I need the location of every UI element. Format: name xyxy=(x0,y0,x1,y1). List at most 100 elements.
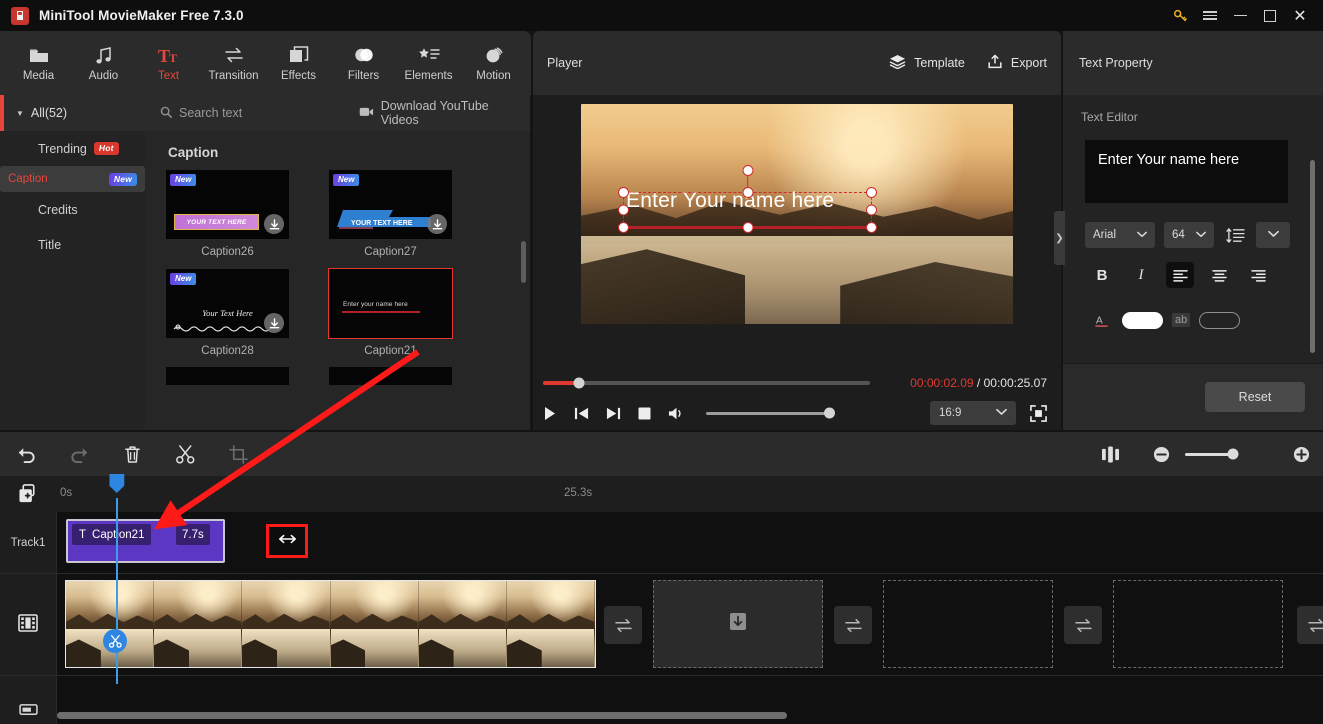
resize-handle-s[interactable] xyxy=(742,222,753,233)
transition-slot-button[interactable] xyxy=(604,606,642,644)
media-placeholder[interactable] xyxy=(653,580,823,668)
text-editor-input[interactable]: Enter Your name here xyxy=(1085,140,1288,203)
key-icon[interactable] xyxy=(1165,0,1195,31)
timeline-scale[interactable]: 0s 25.3s xyxy=(57,476,1323,512)
download-icon[interactable] xyxy=(264,214,284,234)
tool-motion[interactable]: Motion xyxy=(461,33,526,93)
template-thumbnail[interactable] xyxy=(166,367,289,385)
volume-icon[interactable] xyxy=(668,406,685,421)
timeline-clip-caption21[interactable]: T Caption21 7.7s xyxy=(66,519,225,563)
resize-handle-w[interactable] xyxy=(618,204,629,216)
split-view-icon[interactable] xyxy=(1084,432,1137,476)
bold-button[interactable]: B xyxy=(1088,262,1116,288)
volume-slider[interactable] xyxy=(706,407,835,419)
template-thumbnail[interactable] xyxy=(329,367,452,385)
library-scrollbar[interactable] xyxy=(521,241,526,283)
menu-icon[interactable] xyxy=(1195,0,1225,31)
transition-slot-button[interactable] xyxy=(1064,606,1102,644)
delete-icon[interactable] xyxy=(106,432,159,476)
template-cell-caption21[interactable]: Enter your name here Caption21 xyxy=(328,268,453,357)
reset-button[interactable]: Reset xyxy=(1205,382,1305,412)
resize-handle-ne[interactable] xyxy=(866,187,877,198)
progress-slider[interactable] xyxy=(543,377,870,389)
template-button[interactable]: Template xyxy=(889,54,965,72)
maximize-button[interactable] xyxy=(1255,0,1285,31)
progress-knob[interactable] xyxy=(573,377,585,389)
zoom-knob[interactable] xyxy=(1227,448,1239,460)
track-body-text[interactable]: T Caption21 7.7s xyxy=(57,512,1323,573)
resize-handle-nw[interactable] xyxy=(618,187,629,198)
template-cell-caption27[interactable]: New YOUR TEXT HERE Caption27 xyxy=(329,170,452,258)
timeline-zoom-slider[interactable] xyxy=(1185,448,1277,460)
text-color-swatch[interactable] xyxy=(1122,311,1163,329)
template-cell-caption26[interactable]: New YOUR TEXT HERE Caption26 xyxy=(166,170,289,258)
italic-button[interactable]: I xyxy=(1127,262,1155,288)
media-placeholder[interactable] xyxy=(1113,580,1283,668)
transition-slot-button[interactable] xyxy=(1297,606,1323,644)
zoom-in-icon[interactable] xyxy=(1291,432,1311,476)
download-icon[interactable] xyxy=(264,313,284,333)
outline-color-swatch[interactable] xyxy=(1199,311,1241,329)
font-size-select[interactable]: 64 xyxy=(1164,222,1214,248)
close-button[interactable]: ✕ xyxy=(1285,0,1315,31)
previous-frame-icon[interactable] xyxy=(574,406,589,421)
crop-icon[interactable] xyxy=(212,432,265,476)
zoom-out-icon[interactable] xyxy=(1151,432,1171,476)
playhead[interactable] xyxy=(109,474,125,684)
template-cell-caption28[interactable]: New Your Text Here Caption28 xyxy=(166,269,289,357)
redo-icon[interactable] xyxy=(53,432,106,476)
resize-handle-e[interactable] xyxy=(866,204,877,216)
download-icon[interactable] xyxy=(427,214,447,234)
template-thumbnail[interactable]: New YOUR TEXT HERE xyxy=(329,170,452,239)
undo-icon[interactable] xyxy=(0,432,53,476)
property-scrollbar[interactable] xyxy=(1310,160,1315,353)
rotate-handle[interactable] xyxy=(742,165,753,176)
tool-elements[interactable]: Elements xyxy=(396,33,461,93)
tool-media[interactable]: Media xyxy=(6,33,71,93)
resize-handle-se[interactable] xyxy=(866,222,877,233)
split-scissors-icon[interactable] xyxy=(103,629,127,653)
video-preview[interactable]: Enter Your name here xyxy=(581,104,1013,324)
tool-transition[interactable]: Transition xyxy=(201,33,266,93)
tool-text[interactable]: TT Text xyxy=(136,33,201,93)
font-family-select[interactable]: Arial xyxy=(1085,222,1155,248)
tool-filters[interactable]: Filters xyxy=(331,33,396,93)
align-right-icon[interactable] xyxy=(1244,262,1272,288)
fullscreen-icon[interactable] xyxy=(1030,404,1047,422)
timeline-video-clip[interactable] xyxy=(65,580,596,668)
export-button[interactable]: Export xyxy=(987,54,1047,72)
minimize-button[interactable] xyxy=(1225,0,1255,31)
play-icon[interactable] xyxy=(543,406,557,421)
more-options-select[interactable] xyxy=(1256,222,1290,248)
line-spacing-icon[interactable] xyxy=(1223,223,1247,247)
resize-handle-n[interactable] xyxy=(742,187,753,198)
text-color-icon[interactable]: A xyxy=(1089,308,1113,332)
transition-slot-button[interactable] xyxy=(834,606,872,644)
template-thumbnail-selected[interactable]: Enter your name here xyxy=(328,268,453,339)
add-media-icon[interactable] xyxy=(0,484,57,504)
sidebar-item-caption[interactable]: Caption New xyxy=(0,166,145,192)
sidebar-item-title[interactable]: Title xyxy=(0,227,145,262)
sidebar-item-all[interactable]: ▼ All(52) xyxy=(0,95,145,131)
search-input[interactable]: Search text xyxy=(145,106,345,121)
sidebar-item-credits[interactable]: Credits xyxy=(0,192,145,227)
text-property-panel: ❯ Text Property Text Editor Enter Your n… xyxy=(1054,31,1323,430)
aspect-ratio-select[interactable]: 16:9 xyxy=(930,401,1016,425)
download-youtube-button[interactable]: Download YouTube Videos xyxy=(359,99,530,127)
tool-effects[interactable]: Effects xyxy=(266,33,331,93)
align-left-icon[interactable] xyxy=(1166,262,1194,288)
text-overlay-box[interactable]: Enter Your name here xyxy=(618,165,877,233)
template-thumbnail[interactable]: New YOUR TEXT HERE xyxy=(166,170,289,239)
track-body-video[interactable] xyxy=(57,574,1323,675)
resize-handle-sw[interactable] xyxy=(618,222,629,233)
split-scissors-icon[interactable] xyxy=(159,432,212,476)
sidebar-item-trending[interactable]: Trending Hot xyxy=(0,131,145,166)
media-placeholder[interactable] xyxy=(883,580,1053,668)
next-frame-icon[interactable] xyxy=(606,406,621,421)
volume-knob[interactable] xyxy=(824,407,835,419)
timeline-horizontal-scrollbar[interactable] xyxy=(57,712,787,719)
align-center-icon[interactable] xyxy=(1205,262,1233,288)
template-thumbnail[interactable]: New Your Text Here xyxy=(166,269,289,338)
tool-audio[interactable]: Audio xyxy=(71,33,136,93)
stop-icon[interactable] xyxy=(638,407,651,420)
